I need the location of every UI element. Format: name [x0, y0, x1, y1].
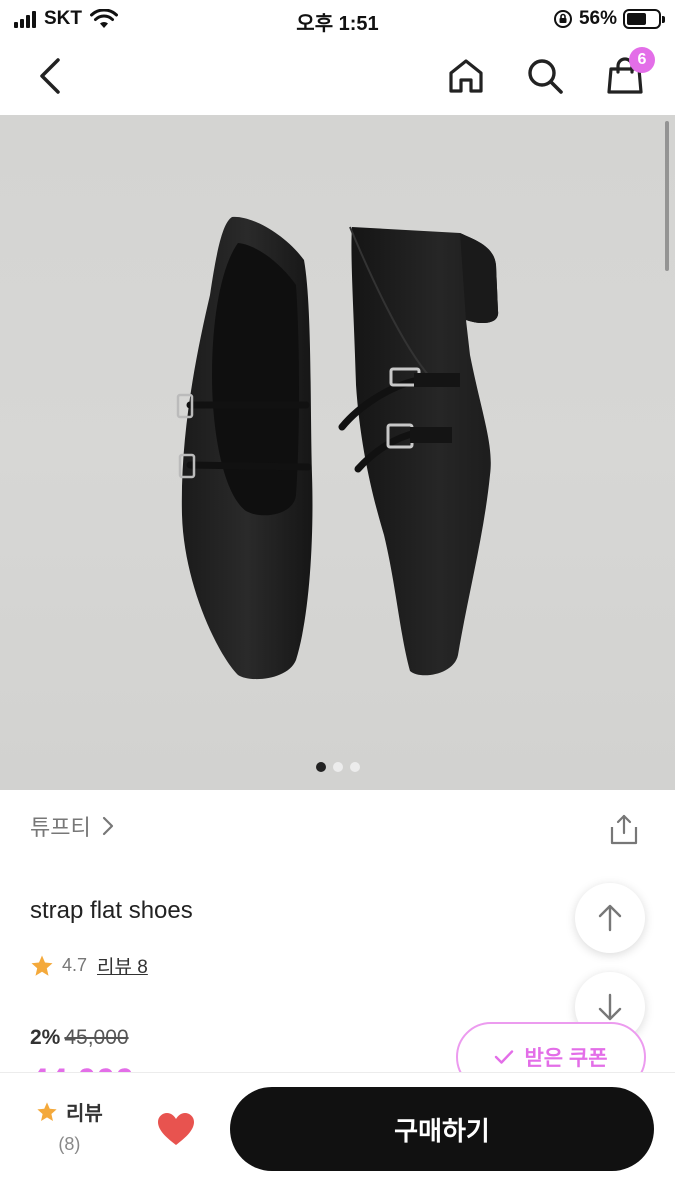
original-price: 45,000 [64, 1026, 129, 1049]
star-icon [37, 1101, 57, 1121]
scroll-top-button[interactable] [575, 883, 645, 953]
rotation-lock-icon [553, 10, 572, 28]
bottom-review-count: (8) [58, 1134, 81, 1154]
bottom-review-button[interactable]: 리뷰 (8) [36, 1097, 103, 1155]
back-button[interactable] [26, 52, 74, 100]
search-button[interactable] [521, 52, 569, 100]
heart-icon[interactable] [156, 1111, 196, 1147]
carousel-dots [0, 762, 675, 772]
bottom-action-bar: 리뷰 (8) 구매하기 [0, 1072, 675, 1200]
buy-button[interactable]: 구매하기 [230, 1087, 654, 1171]
battery-percent: 56% [578, 8, 617, 29]
rating-value: 4.7 [62, 955, 88, 975]
cart-count-badge: 6 [629, 47, 655, 73]
battery-icon [623, 9, 665, 29]
share-icon[interactable] [607, 812, 641, 846]
brand-name: 튜프티 [30, 815, 91, 840]
carousel-dot[interactable] [332, 762, 343, 772]
home-button[interactable] [442, 52, 490, 100]
scroll-indicator [665, 121, 669, 271]
home-icon [449, 59, 483, 93]
discount-rate: 2% [30, 1026, 61, 1049]
price-row: 2% 45,000 [30, 1026, 129, 1050]
cart-button[interactable]: 6 [601, 47, 655, 100]
carousel-dot[interactable] [315, 762, 326, 772]
arrow-up-icon [598, 904, 622, 932]
status-bar: SKT 오후 1:51 56% [0, 0, 675, 38]
top-nav: 6 [0, 40, 675, 114]
star-icon [31, 955, 53, 976]
brand-link[interactable]: 튜프티 [30, 810, 115, 842]
product-image-carousel[interactable] [0, 115, 675, 790]
carousel-dot[interactable] [349, 762, 360, 772]
review-link[interactable]: 리뷰 8 [97, 952, 148, 979]
chevron-left-icon [40, 58, 60, 94]
bottom-review-label: 리뷰 [66, 1103, 103, 1125]
product-photo [176, 216, 499, 680]
chevron-right-icon [102, 816, 113, 836]
coupon-label: 받은 쿠폰 [524, 1047, 608, 1070]
product-title: strap flat shoes [30, 897, 193, 924]
search-icon [528, 59, 563, 94]
rating-row: 4.7 리뷰 8 [30, 952, 148, 979]
arrow-down-icon [598, 993, 622, 1021]
check-icon [495, 1050, 514, 1064]
